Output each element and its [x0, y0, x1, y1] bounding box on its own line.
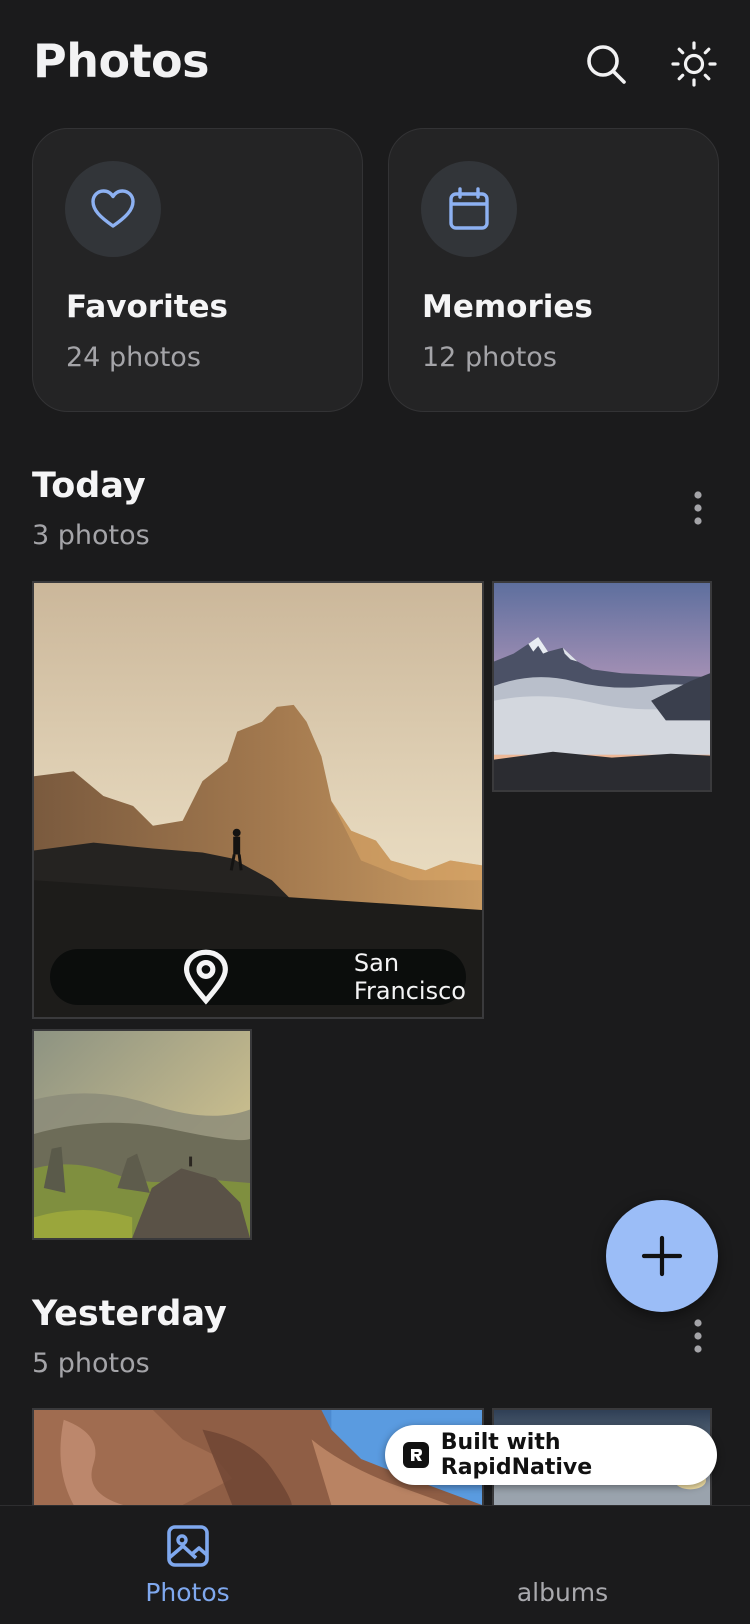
add-photo-button[interactable]: [606, 1200, 718, 1312]
bottom-tab-bar: Photos albums: [0, 1505, 750, 1624]
calendar-icon: [449, 187, 489, 230]
favorites-title: Favorites: [66, 289, 228, 325]
tab-photos-label: Photos: [145, 1578, 230, 1607]
section-title-yesterday: Yesterday: [32, 1294, 227, 1334]
app-header: Photos: [0, 0, 750, 120]
memories-card[interactable]: Memories 12 photos: [388, 128, 719, 412]
sun-icon: [671, 41, 717, 87]
favorites-card[interactable]: Favorites 24 photos: [32, 128, 363, 412]
memories-icon-container: [421, 161, 517, 257]
search-button[interactable]: [578, 36, 634, 92]
theme-toggle-button[interactable]: [666, 36, 722, 92]
photo-tile-today-3[interactable]: [32, 1029, 252, 1240]
page-title: Photos: [33, 34, 210, 88]
rapidnative-logo-icon: [403, 1442, 429, 1468]
more-vertical-icon: [694, 1319, 702, 1353]
built-with-badge[interactable]: Built with RapidNative: [385, 1425, 717, 1485]
favorites-icon-container: [65, 161, 161, 257]
map-pin-icon: [183, 949, 228, 1005]
memories-title: Memories: [422, 289, 593, 325]
photo-image: [34, 1031, 250, 1238]
plus-icon: [641, 1235, 683, 1277]
section-count-today: 3 photos: [32, 520, 150, 551]
search-icon: [587, 45, 626, 84]
heart-icon: [91, 189, 135, 228]
today-more-button[interactable]: [680, 484, 716, 532]
tab-photos[interactable]: Photos: [0, 1506, 375, 1624]
photo-tile-today-2[interactable]: [492, 581, 712, 792]
tab-albums[interactable]: albums: [375, 1506, 750, 1624]
location-tag: San Francisco: [50, 949, 466, 1005]
yesterday-more-button[interactable]: [680, 1312, 716, 1360]
tab-albums-label: albums: [516, 1578, 609, 1607]
photo-image: [494, 583, 710, 790]
location-label: San Francisco: [353, 949, 466, 1005]
section-count-yesterday: 5 photos: [32, 1348, 150, 1379]
badge-label: Built with RapidNative: [440, 1430, 593, 1480]
section-title-today: Today: [32, 466, 146, 506]
memories-count: 12 photos: [422, 342, 557, 373]
image-icon: [167, 1525, 209, 1567]
more-vertical-icon: [694, 491, 702, 525]
favorites-count: 24 photos: [66, 342, 201, 373]
photo-tile-today-1[interactable]: San Francisco: [32, 581, 484, 1019]
